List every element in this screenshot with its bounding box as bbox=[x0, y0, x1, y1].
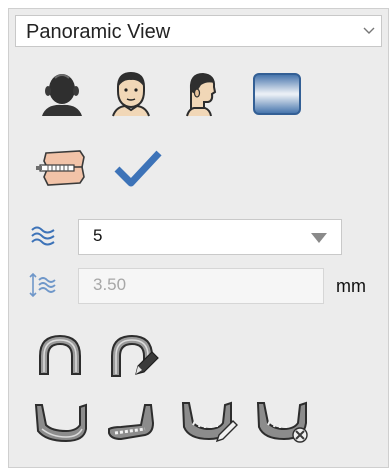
mandible-delete-icon[interactable] bbox=[254, 399, 314, 445]
checkmark-icon[interactable] bbox=[113, 147, 163, 189]
panoramic-view-panel: Panoramic View 5 3.50 mm bbox=[8, 8, 389, 468]
head-top-view-icon[interactable] bbox=[38, 69, 86, 117]
chevron-down-icon[interactable] bbox=[361, 22, 377, 38]
thickness-unit: mm bbox=[336, 276, 366, 296]
layer-count-value: 5 bbox=[93, 226, 103, 245]
dropdown-arrow-icon[interactable] bbox=[311, 233, 327, 243]
thickness-input[interactable]: 3.50 bbox=[78, 268, 324, 304]
jaw-model-icon[interactable] bbox=[34, 147, 88, 191]
head-side-view-icon[interactable] bbox=[177, 69, 225, 117]
arch-edit-icon[interactable] bbox=[108, 332, 160, 378]
mandible-edit-icon[interactable] bbox=[179, 399, 239, 445]
head-front-view-icon[interactable] bbox=[107, 69, 155, 117]
panel-title: Panoramic View bbox=[26, 21, 171, 43]
waves-icon bbox=[31, 226, 55, 246]
arch-curve-icon[interactable] bbox=[36, 332, 84, 376]
mandible-icon[interactable] bbox=[32, 401, 90, 443]
layer-count-select[interactable]: 5 bbox=[78, 219, 342, 255]
mandible-nerve-icon[interactable] bbox=[105, 401, 163, 443]
panel-header[interactable]: Panoramic View bbox=[15, 15, 382, 47]
thickness-waves-icon bbox=[29, 272, 56, 298]
thickness-value: 3.50 bbox=[93, 275, 127, 294]
gradient-slab-icon[interactable] bbox=[252, 72, 302, 116]
